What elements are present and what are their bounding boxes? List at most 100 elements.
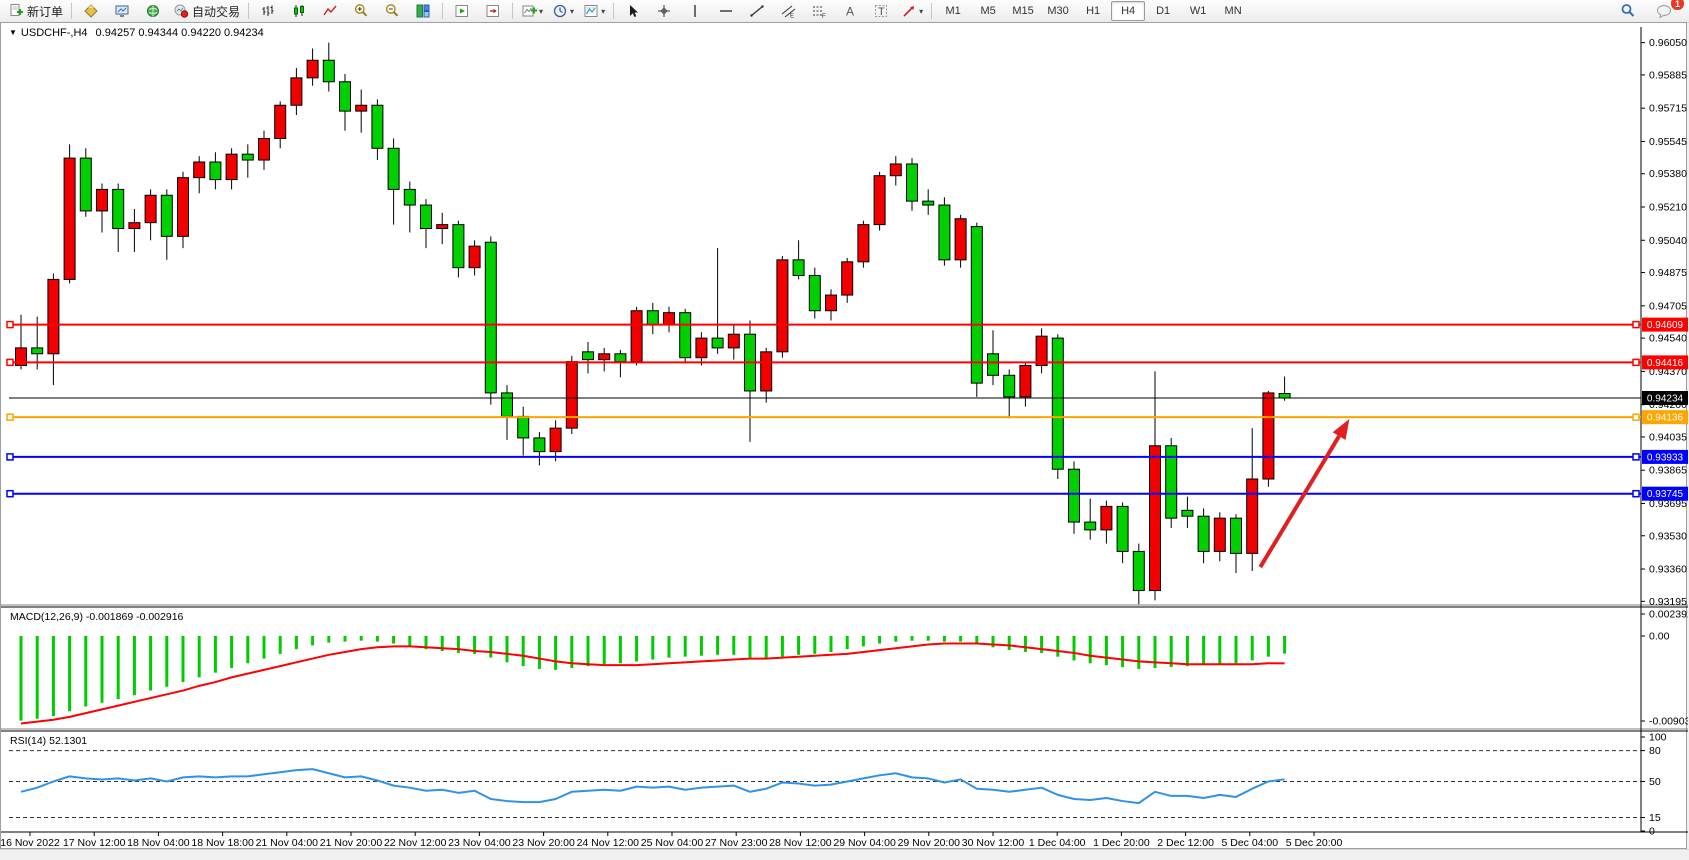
svg-text:0.93745: 0.93745 <box>1647 489 1684 500</box>
candle-body <box>1279 393 1290 398</box>
pivot-line-handle[interactable] <box>7 414 13 420</box>
chart-window[interactable]: 0.960500.958850.957150.955450.953800.952… <box>0 22 1687 849</box>
rsi-axis-label: 0 <box>1649 826 1655 838</box>
candle-body <box>1020 366 1031 397</box>
candle-body <box>777 260 788 352</box>
date-tick-label: 2 Dec 12:00 <box>1157 837 1214 848</box>
candle-body <box>485 242 496 393</box>
timeframe-m5-button[interactable]: M5 <box>971 1 1005 21</box>
pivot-line-handle[interactable] <box>1633 414 1639 420</box>
buy-arrow-head[interactable] <box>1333 419 1350 440</box>
candle-body <box>291 78 302 105</box>
vertical-line-button[interactable] <box>680 0 710 22</box>
macd-indicator-label: MACD(12,26,9) -0.001869 -0.002916 <box>10 611 183 623</box>
cursor-button[interactable] <box>618 0 648 22</box>
rsi-layer: 1008050150 <box>9 732 1667 838</box>
new-order-button[interactable]: 新订单 <box>4 0 67 22</box>
candle-body <box>453 225 464 268</box>
price-tick-label: 0.93865 <box>1649 465 1687 477</box>
date-tick-label: 28 Nov 12:00 <box>769 837 832 848</box>
collapse-triangle-icon[interactable]: ▼ <box>9 28 17 37</box>
resistance-1-handle[interactable] <box>1633 322 1639 328</box>
candle-body <box>1263 393 1274 479</box>
candle-body <box>712 338 723 348</box>
arrows-objects-button[interactable]: ▾ <box>897 0 927 22</box>
zoom-out-button[interactable] <box>377 0 407 22</box>
price-tick-label: 0.94035 <box>1649 431 1687 443</box>
timeframe-h1-button[interactable]: H1 <box>1076 1 1110 21</box>
gold-diamond-icon <box>83 3 99 19</box>
toolbar-separator <box>931 3 932 19</box>
trendline-button[interactable] <box>742 0 772 22</box>
timeframe-mn-button[interactable]: MN <box>1216 1 1250 21</box>
line-mode-button[interactable] <box>315 0 345 22</box>
resistance-2-handle[interactable] <box>7 359 13 365</box>
horizontal-line-button[interactable] <box>711 0 741 22</box>
auto-trading-button[interactable]: 自动交易 <box>169 0 244 22</box>
globe-signal-icon <box>145 3 161 19</box>
candles-mode-button[interactable] <box>284 0 314 22</box>
object-lines-layer: 0.946090.944160.942340.941360.939330.937… <box>7 318 1688 501</box>
chart-shift-button[interactable] <box>478 0 508 22</box>
fibonacci-button[interactable]: F <box>804 0 834 22</box>
timeframe-m30-button[interactable]: M30 <box>1041 1 1075 21</box>
search-button[interactable] <box>1613 0 1643 22</box>
candle-body <box>583 352 594 360</box>
date-tick-label: 5 Dec 04:00 <box>1221 837 1278 848</box>
toolbar-separator <box>442 3 443 19</box>
market-watch-button[interactable] <box>76 0 106 22</box>
price-tick-label: 0.94875 <box>1649 267 1687 279</box>
data-window-button[interactable] <box>107 0 137 22</box>
candle-body <box>955 219 966 260</box>
candle-body <box>242 154 253 160</box>
candle-body <box>1198 516 1209 551</box>
notifications-button[interactable]: 1 <box>1649 0 1679 22</box>
candle-body <box>728 334 739 348</box>
resistance-2-handle[interactable] <box>1633 359 1639 365</box>
candle-body <box>988 354 999 376</box>
navigator-button[interactable] <box>138 0 168 22</box>
price-tick-label: 0.94705 <box>1649 300 1687 312</box>
date-tick-label: 25 Nov 04:00 <box>641 837 704 848</box>
bars-mode-button[interactable] <box>253 0 283 22</box>
resistance-1-handle[interactable] <box>7 322 13 328</box>
timeframe-m1-button[interactable]: M1 <box>936 1 970 21</box>
candle-body <box>404 189 415 205</box>
candle-body <box>793 260 804 276</box>
macd-signal-value: -0.002916 <box>136 611 183 623</box>
price-tick-label: 0.95380 <box>1649 168 1687 180</box>
chart-canvas[interactable]: 0.960500.958850.957150.955450.953800.952… <box>1 23 1688 848</box>
crosshair-button[interactable] <box>649 0 679 22</box>
svg-text:0.94609: 0.94609 <box>1647 320 1684 331</box>
date-tick-label: 23 Nov 04:00 <box>448 837 511 848</box>
equidistant-channel-button[interactable]: E <box>773 0 803 22</box>
candle-body <box>874 176 885 225</box>
price-tick-label: 0.96050 <box>1649 37 1687 49</box>
text-button[interactable]: A <box>835 0 865 22</box>
candles-layer <box>16 43 1291 605</box>
price-tick-label: 0.95210 <box>1649 202 1687 214</box>
timeframe-h4-button[interactable]: H4 <box>1111 1 1145 21</box>
zoom-in-button[interactable] <box>346 0 376 22</box>
auto-scroll-button[interactable] <box>447 0 477 22</box>
templates-button[interactable]: ▾ <box>579 0 609 22</box>
candle-body <box>518 416 529 438</box>
timeframe-m15-button[interactable]: M15 <box>1006 1 1040 21</box>
candle-body <box>858 225 869 262</box>
rsi-line <box>21 769 1285 803</box>
support-2-handle[interactable] <box>7 491 13 497</box>
candle-body <box>1231 518 1242 553</box>
support-2-handle[interactable] <box>1633 491 1639 497</box>
text-label-button[interactable]: T <box>866 0 896 22</box>
support-1-handle[interactable] <box>7 454 13 460</box>
candle-body <box>145 195 156 222</box>
tile-windows-button[interactable] <box>408 0 438 22</box>
date-tick-label: 21 Nov 20:00 <box>320 837 383 848</box>
indicators-button[interactable]: ▾ <box>517 0 547 22</box>
support-1-handle[interactable] <box>1633 454 1639 460</box>
candle-body <box>1247 479 1258 553</box>
periods-button[interactable]: ▾ <box>548 0 578 22</box>
candles-icon <box>291 3 307 19</box>
timeframe-d1-button[interactable]: D1 <box>1146 1 1180 21</box>
timeframe-w1-button[interactable]: W1 <box>1181 1 1215 21</box>
